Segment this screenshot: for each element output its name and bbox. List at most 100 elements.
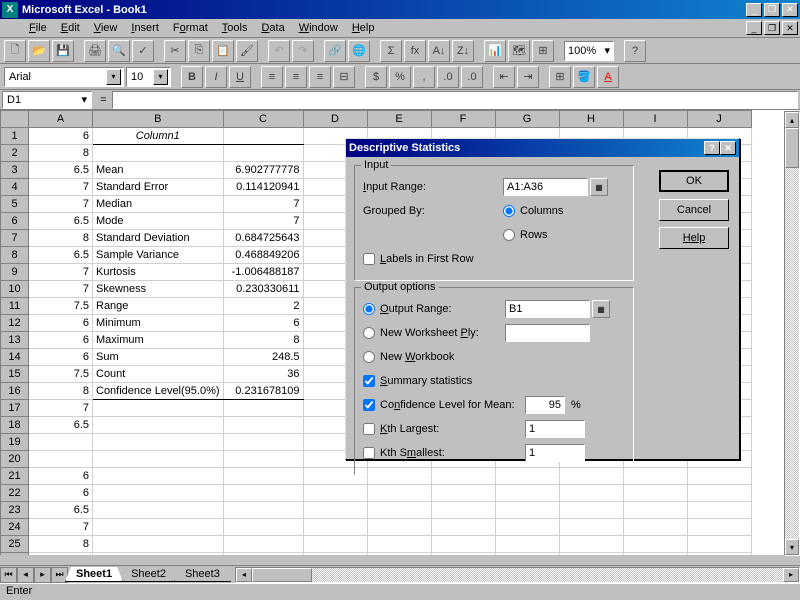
cell-D23[interactable] xyxy=(303,502,367,519)
row-header-11[interactable]: 11 xyxy=(1,298,29,315)
scroll-right-button[interactable]: ▸ xyxy=(783,568,799,582)
tab-next-button[interactable]: ▸ xyxy=(34,567,51,583)
output-range-field[interactable] xyxy=(505,300,590,318)
cell-A15[interactable]: 7.5 xyxy=(29,366,93,383)
cell-C4[interactable]: 0.114120941 xyxy=(223,179,303,196)
row-header-24[interactable]: 24 xyxy=(1,519,29,536)
col-header-I[interactable]: I xyxy=(623,111,687,128)
formula-input[interactable] xyxy=(112,91,798,109)
col-header-D[interactable]: D xyxy=(303,111,367,128)
row-header-13[interactable]: 13 xyxy=(1,332,29,349)
cell-A16[interactable]: 8 xyxy=(29,383,93,400)
tab-last-button[interactable]: ⏭ xyxy=(51,567,68,583)
cell-G26[interactable] xyxy=(495,553,559,556)
doc-restore-button[interactable]: ❐ xyxy=(764,21,780,35)
currency-button[interactable]: $ xyxy=(365,66,387,88)
fill-color-button[interactable]: 🪣 xyxy=(573,66,595,88)
cell-B8[interactable]: Sample Variance xyxy=(93,247,224,264)
cell-B22[interactable] xyxy=(93,485,224,502)
scroll-thumb[interactable] xyxy=(785,128,799,168)
row-header-9[interactable]: 9 xyxy=(1,264,29,281)
rows-radio[interactable] xyxy=(503,229,515,241)
map-button[interactable]: 🗺 xyxy=(508,40,530,62)
align-left-button[interactable]: ≡ xyxy=(261,66,283,88)
cell-C2[interactable] xyxy=(223,145,303,162)
sheet-tab-1[interactable]: Sheet1 xyxy=(65,567,123,582)
doc-minimize-button[interactable]: _ xyxy=(746,21,762,35)
cell-F22[interactable] xyxy=(431,485,495,502)
cell-A23[interactable]: 6.5 xyxy=(29,502,93,519)
col-header-C[interactable]: C xyxy=(223,111,303,128)
cell-C21[interactable] xyxy=(223,468,303,485)
cell-J26[interactable] xyxy=(687,553,751,556)
cell-E24[interactable] xyxy=(367,519,431,536)
cell-C16[interactable]: 0.231678109 xyxy=(223,383,303,400)
new-button[interactable]: 🗋 xyxy=(4,40,26,62)
cell-B5[interactable]: Median xyxy=(93,196,224,213)
doc-close-button[interactable]: ✕ xyxy=(782,21,798,35)
cell-G24[interactable] xyxy=(495,519,559,536)
cell-D24[interactable] xyxy=(303,519,367,536)
cell-A1[interactable]: 6 xyxy=(29,128,93,145)
dec-indent-button[interactable]: ⇤ xyxy=(493,66,515,88)
zoom-combo[interactable]: 100%▾ xyxy=(564,41,614,61)
cell-G22[interactable] xyxy=(495,485,559,502)
input-range-selector-icon[interactable]: ▦ xyxy=(590,178,608,196)
cell-A20[interactable] xyxy=(29,451,93,468)
select-all-corner[interactable] xyxy=(1,111,29,128)
cell-B17[interactable] xyxy=(93,400,224,417)
cell-H22[interactable] xyxy=(559,485,623,502)
row-header-23[interactable]: 23 xyxy=(1,502,29,519)
vertical-scrollbar[interactable]: ▴ ▾ xyxy=(784,111,800,556)
scroll-left-button[interactable]: ◂ xyxy=(236,568,252,582)
cell-I24[interactable] xyxy=(623,519,687,536)
chart-button[interactable]: 📊 xyxy=(484,40,506,62)
underline-button[interactable]: U xyxy=(229,66,251,88)
cell-J22[interactable] xyxy=(687,485,751,502)
cell-I22[interactable] xyxy=(623,485,687,502)
cell-C5[interactable]: 7 xyxy=(223,196,303,213)
col-header-H[interactable]: H xyxy=(559,111,623,128)
cell-A5[interactable]: 7 xyxy=(29,196,93,213)
row-header-17[interactable]: 17 xyxy=(1,400,29,417)
confidence-checkbox[interactable] xyxy=(363,399,375,411)
confidence-field[interactable] xyxy=(525,396,565,414)
input-range-field[interactable] xyxy=(503,178,588,196)
cell-C8[interactable]: 0.468849206 xyxy=(223,247,303,264)
cell-A3[interactable]: 6.5 xyxy=(29,162,93,179)
link-button[interactable]: 🔗 xyxy=(324,40,346,62)
cell-A13[interactable]: 6 xyxy=(29,332,93,349)
row-header-4[interactable]: 4 xyxy=(1,179,29,196)
cell-A19[interactable] xyxy=(29,434,93,451)
bold-button[interactable]: B xyxy=(181,66,203,88)
cell-A14[interactable]: 6 xyxy=(29,349,93,366)
redo-button[interactable]: ↷ xyxy=(292,40,314,62)
horizontal-scrollbar[interactable]: ◂ ▸ xyxy=(235,567,800,583)
scroll-up-button[interactable]: ▴ xyxy=(785,112,799,128)
cell-J21[interactable] xyxy=(687,468,751,485)
row-header-18[interactable]: 18 xyxy=(1,417,29,434)
cell-J25[interactable] xyxy=(687,536,751,553)
columns-radio[interactable] xyxy=(503,205,515,217)
inc-decimal-button[interactable]: .0 xyxy=(437,66,459,88)
cell-A18[interactable]: 6.5 xyxy=(29,417,93,434)
row-header-21[interactable]: 21 xyxy=(1,468,29,485)
row-header-25[interactable]: 25 xyxy=(1,536,29,553)
cell-B9[interactable]: Kurtosis xyxy=(93,264,224,281)
cell-A7[interactable]: 8 xyxy=(29,230,93,247)
cell-A25[interactable]: 8 xyxy=(29,536,93,553)
cell-D22[interactable] xyxy=(303,485,367,502)
col-header-G[interactable]: G xyxy=(495,111,559,128)
cell-A9[interactable]: 7 xyxy=(29,264,93,281)
cell-B16[interactable]: Confidence Level(95.0%) xyxy=(93,383,224,400)
cell-H24[interactable] xyxy=(559,519,623,536)
cell-B20[interactable] xyxy=(93,451,224,468)
cell-E23[interactable] xyxy=(367,502,431,519)
row-header-12[interactable]: 12 xyxy=(1,315,29,332)
menu-tools[interactable]: Tools xyxy=(215,20,255,36)
cell-B13[interactable]: Maximum xyxy=(93,332,224,349)
cell-B6[interactable]: Mode xyxy=(93,213,224,230)
cell-C13[interactable]: 8 xyxy=(223,332,303,349)
cancel-button[interactable]: Cancel xyxy=(659,199,729,221)
copy-button[interactable]: ⎘ xyxy=(188,40,210,62)
